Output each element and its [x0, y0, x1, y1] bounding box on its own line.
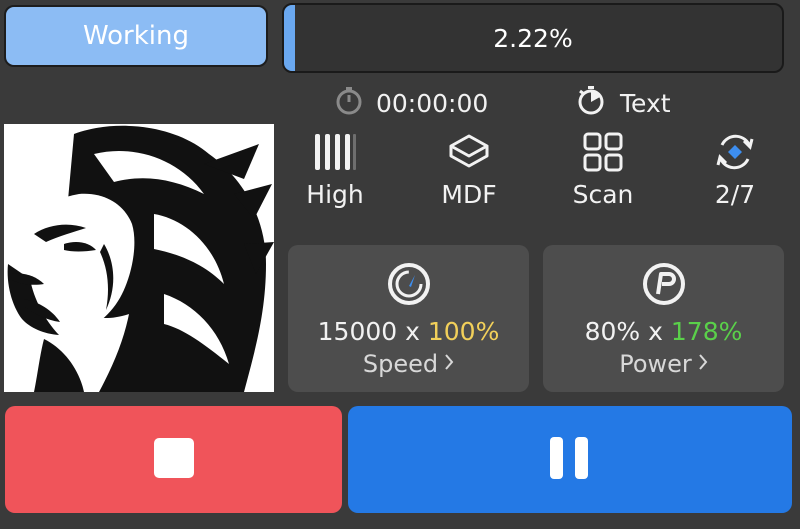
- power-label: Power: [619, 350, 692, 378]
- quality-stat[interactable]: High: [280, 128, 390, 209]
- material-cube-icon: [447, 128, 491, 176]
- stop-icon: [153, 437, 194, 482]
- passes-label: 2/7: [714, 180, 756, 209]
- status-label: Working: [82, 21, 190, 51]
- pause-button[interactable]: [348, 406, 792, 513]
- power-values: 80% x 178%: [585, 317, 743, 346]
- passes-stat[interactable]: 2/7: [680, 128, 790, 209]
- speed-card[interactable]: 15000 x 100% Speed: [288, 245, 529, 392]
- mode-label: Text: [620, 88, 671, 118]
- job-mode: Text: [576, 86, 671, 120]
- pause-icon: [550, 436, 590, 483]
- material-label: MDF: [441, 180, 497, 209]
- timer-value: 00:00:00: [376, 88, 489, 118]
- power-link[interactable]: Power: [619, 350, 708, 378]
- stopwatch-icon: [334, 85, 364, 121]
- speed-link[interactable]: Speed: [363, 350, 454, 378]
- power-card[interactable]: 80% x 178% Power: [543, 245, 784, 392]
- material-stat[interactable]: MDF: [414, 128, 524, 209]
- elapsed-timer: 00:00:00: [334, 86, 488, 120]
- power-percent: 178%: [670, 317, 743, 346]
- speed-label: Speed: [362, 350, 439, 378]
- repeat-passes-icon: [714, 128, 756, 176]
- scan-stat[interactable]: Scan: [548, 128, 658, 209]
- status-button[interactable]: Working: [4, 5, 268, 67]
- quality-label: High: [306, 180, 364, 209]
- progress-text: 2.22%: [493, 23, 573, 53]
- speedometer-icon: [386, 261, 432, 307]
- power-p-icon: [641, 261, 687, 307]
- scan-label: Scan: [572, 180, 634, 209]
- speed-values: 15000 x 100%: [318, 317, 500, 346]
- quality-bars-icon: [313, 128, 357, 176]
- speed-percent: 100%: [427, 317, 500, 346]
- stop-button[interactable]: [5, 406, 342, 513]
- preview-image: [4, 124, 274, 392]
- grid-scan-icon: [582, 128, 624, 176]
- chevron-right-icon: [444, 350, 454, 378]
- speed-base: 15000 x: [317, 317, 428, 346]
- lion-engraving-image: [4, 124, 274, 392]
- timer-icon: [576, 85, 606, 121]
- chevron-right-icon: [698, 350, 708, 378]
- progress-bar: 2.22%: [282, 3, 784, 73]
- power-base: 80% x: [584, 317, 671, 346]
